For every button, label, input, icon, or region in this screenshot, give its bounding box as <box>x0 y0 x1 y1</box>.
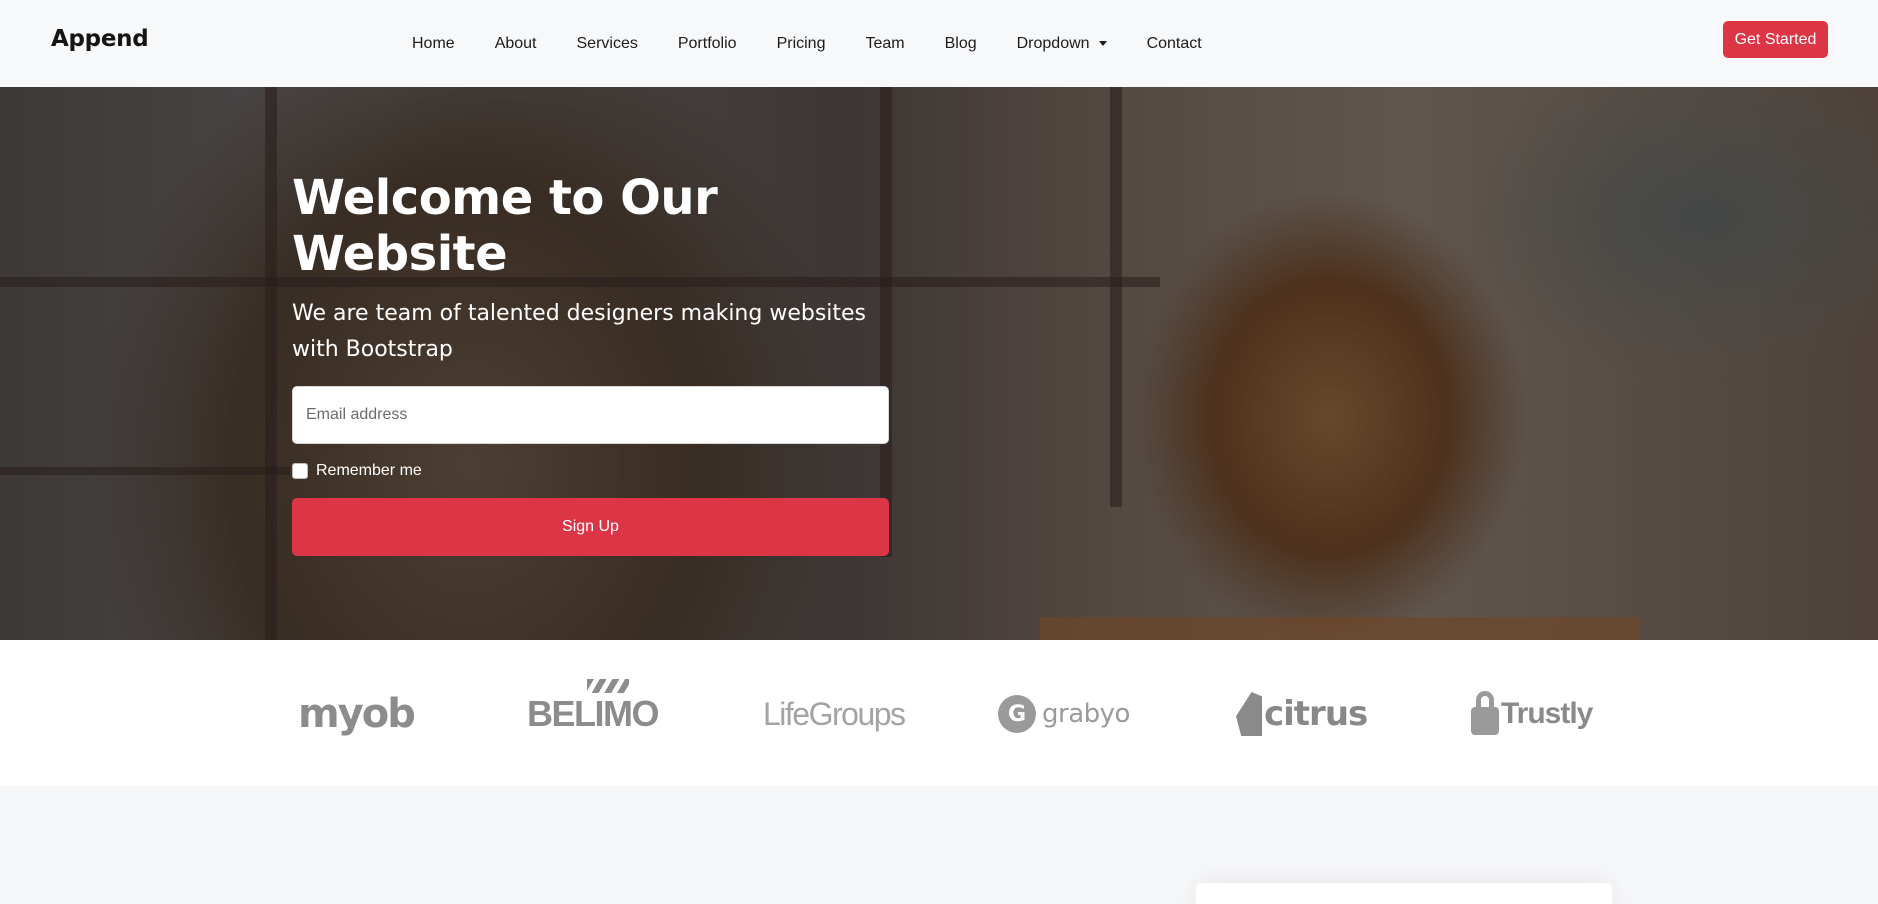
nav-dropdown-label: Dropdown <box>1016 34 1090 52</box>
client-logo-grabyo: G grabyo <box>998 686 1130 742</box>
client-logo-citrus-text: citrus <box>1264 694 1368 734</box>
nav-blog-label: Blog <box>944 34 977 52</box>
clients-section: myob BELIMO LifeGroups G grabyo citrus T… <box>0 640 1878 786</box>
caret-down-icon <box>1098 41 1107 46</box>
citrus-leaf-icon <box>1236 692 1262 736</box>
nav-team-label: Team <box>865 34 905 52</box>
nav-about[interactable]: About <box>495 35 537 53</box>
hero-section: Welcome to Our Website We are team of ta… <box>0 87 1878 640</box>
nav-dropdown[interactable]: Dropdown <box>1017 35 1107 53</box>
nav-contact[interactable]: Contact <box>1147 35 1202 53</box>
site-logo[interactable]: Append <box>51 26 149 52</box>
get-started-button[interactable]: Get Started <box>1723 21 1828 58</box>
main-nav: Home About Services Portfolio Pricing Te… <box>412 0 1242 87</box>
grabyo-g-icon: G <box>998 695 1036 733</box>
hero-photo-window-frame <box>1110 87 1122 507</box>
email-field[interactable] <box>292 386 889 444</box>
nav-home-label: Home <box>412 34 455 52</box>
client-logo-myob: myob <box>298 686 416 742</box>
remember-label: Remember me <box>316 462 422 479</box>
nav-about-label: About <box>494 34 537 52</box>
nav-blog[interactable]: Blog <box>945 35 977 53</box>
client-logo-grabyo-text: grabyo <box>1042 699 1130 729</box>
nav-pricing-label: Pricing <box>776 34 826 52</box>
sign-up-button[interactable]: Sign Up <box>292 498 889 556</box>
hero-photo-table <box>1040 617 1640 640</box>
client-logo-trustly-text: Trustly <box>1501 697 1593 730</box>
client-logo-citrus: citrus <box>1236 686 1368 742</box>
client-logo-myob-text: myob <box>298 691 416 737</box>
site-header: Append Home About Services Portfolio Pri… <box>0 0 1878 87</box>
hero-content: Welcome to Our Website We are team of ta… <box>292 170 889 556</box>
client-logo-lifegroups: LifeGroups <box>763 686 906 742</box>
remember-checkbox[interactable] <box>292 463 308 479</box>
hero-photo-window-frame <box>0 467 290 475</box>
nav-services[interactable]: Services <box>577 35 638 53</box>
hero-title: Welcome to Our Website <box>292 170 718 282</box>
padlock-icon <box>1471 691 1499 737</box>
client-logo-trustly: Trustly <box>1471 686 1593 742</box>
nav-contact-label: Contact <box>1146 34 1202 52</box>
belimo-stripes-icon <box>587 679 629 693</box>
nav-team[interactable]: Team <box>865 35 904 53</box>
nav-pricing[interactable]: Pricing <box>777 35 826 53</box>
nav-portfolio[interactable]: Portfolio <box>678 35 737 53</box>
hero-photo-window-frame <box>265 87 277 640</box>
client-logo-belimo-text: BELIMO <box>527 693 660 734</box>
nav-portfolio-label: Portfolio <box>677 34 737 52</box>
hero-subtitle: We are team of talented designers making… <box>292 301 867 362</box>
client-logo-lifegroups-text: LifeGroups <box>763 695 906 732</box>
nav-services-label: Services <box>576 34 638 52</box>
nav-home[interactable]: Home <box>412 35 455 53</box>
remember-me[interactable]: Remember me <box>292 462 889 480</box>
feature-card <box>1196 883 1612 904</box>
client-logo-belimo: BELIMO <box>527 679 660 742</box>
next-section <box>0 786 1878 904</box>
